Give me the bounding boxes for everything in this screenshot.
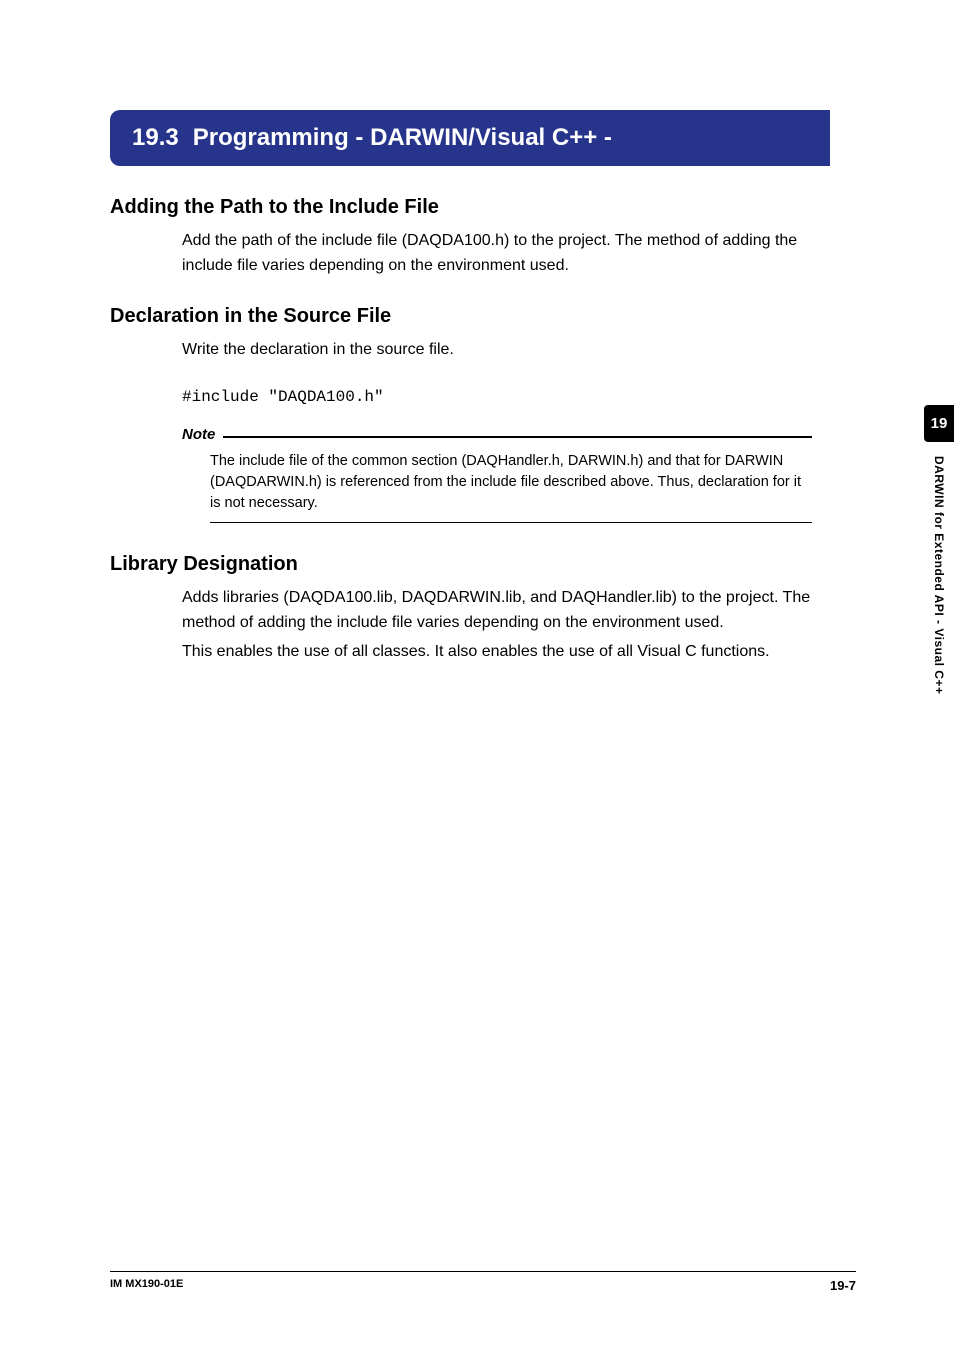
section-title: Programming - DARWIN/Visual C++ -: [193, 124, 612, 151]
note-header: Note: [182, 426, 812, 443]
side-tab: 19 DARWIN for Extended API - Visual C++: [924, 405, 954, 695]
body-library-1: Adds libraries (DAQDA100.lib, DAQDARWIN.…: [182, 586, 842, 636]
heading-declaration: Declaration in the Source File: [110, 305, 884, 328]
page-footer: IM MX190-01E 19-7: [110, 1271, 856, 1293]
code-include: #include "DAQDA100.h": [182, 388, 884, 406]
chapter-tab-label: DARWIN for Extended API - Visual C++: [932, 456, 946, 695]
footer-page-number: 19-7: [830, 1278, 856, 1293]
body-declaration: Write the declaration in the source file…: [182, 338, 842, 363]
chapter-tab: 19: [924, 405, 954, 442]
body-library-2: This enables the use of all classes. It …: [182, 640, 842, 665]
heading-include-path: Adding the Path to the Include File: [110, 196, 884, 219]
note-block: Note The include file of the common sect…: [182, 426, 812, 523]
section-banner: 19.3 Programming - DARWIN/Visual C++ -: [110, 110, 830, 166]
section-number: 19.3: [132, 124, 179, 151]
body-include-path: Add the path of the include file (DAQDA1…: [182, 229, 842, 279]
note-label: Note: [182, 426, 215, 443]
footer-doc-id: IM MX190-01E: [110, 1278, 183, 1293]
heading-library: Library Designation: [110, 553, 884, 576]
note-rule: [223, 436, 812, 438]
note-text: The include file of the common section (…: [210, 451, 812, 523]
